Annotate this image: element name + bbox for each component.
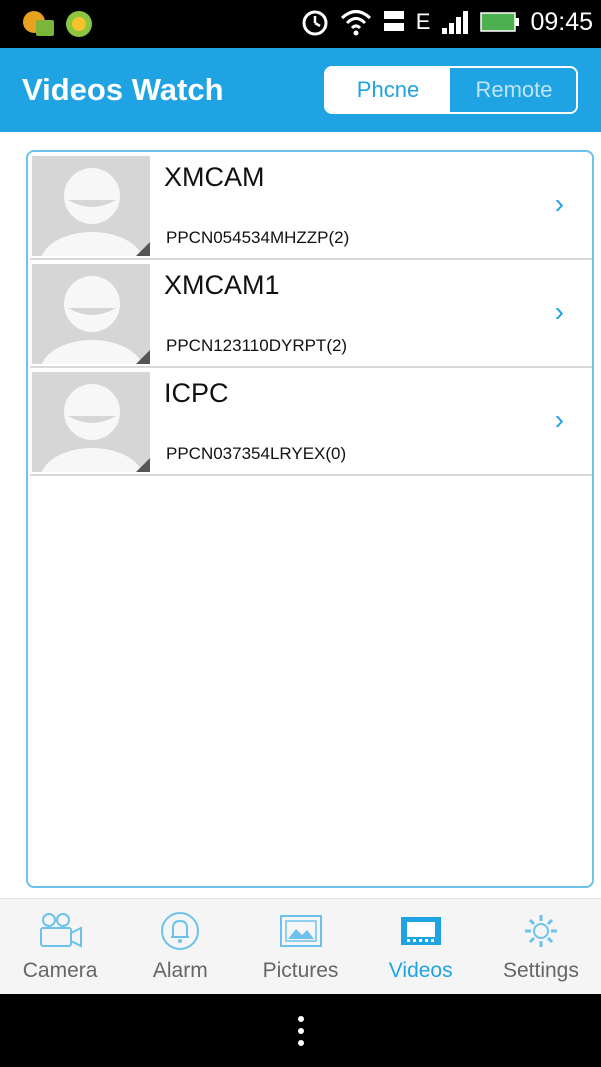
wifi-icon: [340, 10, 371, 36]
device-name: ICPC: [164, 378, 229, 408]
bell-icon: [157, 911, 203, 951]
device-avatar: [32, 264, 150, 364]
screen: E 09:45 Videos Watch Phcne Remote XMCAM …: [0, 0, 601, 1067]
notification-icons: [22, 8, 94, 40]
app-notification-icon-2: [66, 11, 92, 37]
device-name: XMCAM1: [164, 270, 280, 300]
app-notification-icon: [23, 11, 54, 36]
system-nav-bar: [0, 994, 601, 1067]
nav-pictures[interactable]: Pictures: [240, 899, 360, 994]
device-list: XMCAM PPCN054534MHZZP(2) › XMCAM1 PPCN12…: [26, 150, 594, 888]
corner-marker: [136, 242, 150, 256]
nav-settings[interactable]: Settings: [481, 899, 601, 994]
source-toggle: Phcne Remote: [324, 66, 578, 114]
nav-label: Pictures: [262, 959, 339, 982]
film-icon: [398, 911, 444, 951]
network-type: E: [415, 9, 431, 34]
bottom-nav: Camera Alarm Pictures Videos Settings: [0, 898, 601, 994]
nav-camera[interactable]: Camera: [0, 899, 120, 994]
corner-marker: [136, 350, 150, 364]
phone-tab[interactable]: Phcne: [326, 68, 452, 112]
device-row[interactable]: ICPC PPCN037354LRYEX(0) ›: [30, 370, 592, 476]
gear-icon: [518, 911, 564, 951]
person-placeholder-icon: [41, 276, 143, 364]
device-name: XMCAM: [164, 162, 265, 192]
title-bar: Videos Watch Phcne Remote: [0, 48, 601, 132]
nav-label: Settings: [502, 959, 579, 982]
status-time: 09:45: [530, 7, 593, 36]
device-row[interactable]: XMCAM PPCN054534MHZZP(2) ›: [30, 154, 592, 260]
device-avatar: [32, 156, 150, 256]
alarm-clock-icon: [302, 10, 328, 36]
page-title: Videos Watch: [22, 72, 224, 107]
device-id: PPCN123110DYRPT(2): [166, 336, 348, 355]
signal-icon: [442, 11, 469, 34]
nav-label: Videos: [388, 959, 453, 982]
nav-label: Alarm: [152, 959, 208, 982]
nav-videos[interactable]: Videos: [361, 899, 481, 994]
nav-alarm[interactable]: Alarm: [120, 899, 240, 994]
remote-tab[interactable]: Remote: [452, 68, 576, 112]
picture-icon: [278, 911, 324, 951]
device-id: PPCN037354LRYEX(0): [166, 444, 347, 463]
device-avatar: [32, 372, 150, 472]
status-bar: E 09:45: [0, 0, 601, 48]
chevron-right-icon: ›: [554, 188, 564, 219]
chevron-right-icon: ›: [554, 296, 564, 327]
camera-icon: [37, 911, 83, 951]
menu-dots-icon[interactable]: [297, 1015, 304, 1046]
chevron-right-icon: ›: [554, 404, 564, 435]
person-placeholder-icon: [41, 168, 143, 256]
device-id: PPCN054534MHZZP(2): [166, 228, 350, 247]
battery-icon: [480, 12, 520, 32]
system-icons: E 09:45: [300, 6, 593, 38]
person-placeholder-icon: [41, 384, 143, 472]
device-row[interactable]: XMCAM1 PPCN123110DYRPT(2) ›: [30, 262, 592, 368]
corner-marker: [136, 458, 150, 472]
nav-label: Camera: [22, 959, 98, 982]
data-icon: [383, 11, 404, 31]
